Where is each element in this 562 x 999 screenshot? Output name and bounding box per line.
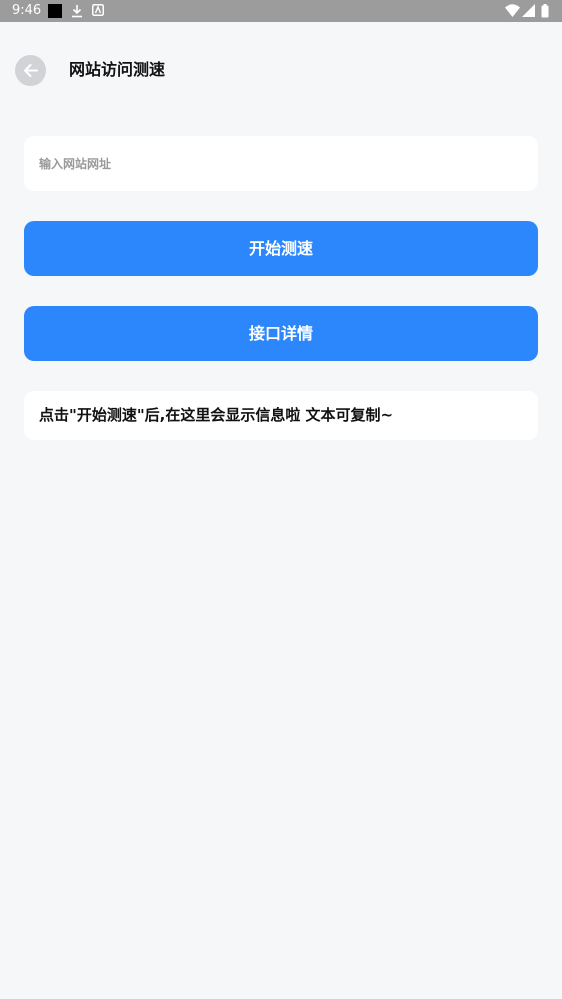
status-bar: 9:46: [0, 0, 562, 22]
download-icon: [71, 4, 83, 18]
battery-icon: [541, 4, 549, 18]
wifi-icon: [505, 4, 520, 18]
notification-square-icon: [48, 4, 62, 18]
page-title: 网站访问测速: [69, 60, 166, 79]
header: 网站访问测速: [0, 22, 562, 118]
result-text[interactable]: 点击"开始测速"后,在这里会显示信息啦 文本可复制~: [39, 391, 523, 440]
status-time: 9:46: [12, 3, 42, 18]
start-speed-test-button[interactable]: 开始测速: [24, 221, 538, 276]
cell-signal-icon: [522, 4, 535, 18]
result-panel: 点击"开始测速"后,在这里会显示信息啦 文本可复制~: [24, 391, 538, 440]
app-a-icon: [92, 4, 104, 18]
api-details-button[interactable]: 接口详情: [24, 306, 538, 361]
back-button[interactable]: [15, 55, 46, 86]
url-input[interactable]: [24, 136, 538, 191]
url-input-container: [24, 136, 538, 191]
